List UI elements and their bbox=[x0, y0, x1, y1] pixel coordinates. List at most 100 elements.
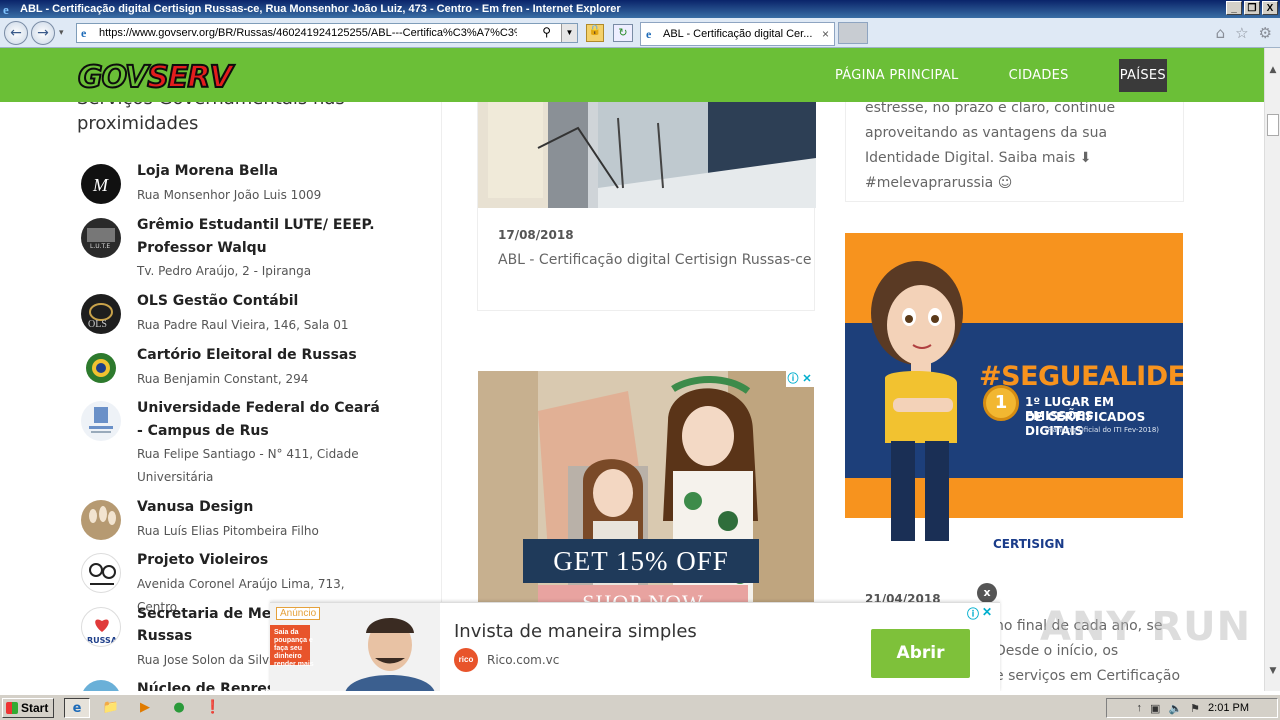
search-icon[interactable]: ⚲ bbox=[542, 25, 551, 39]
item-name[interactable]: OLS Gestão Contábil bbox=[137, 290, 387, 313]
flag-icon[interactable]: ⚑ bbox=[1190, 702, 1200, 715]
internet-explorer-taskbar-icon[interactable]: e bbox=[64, 698, 90, 718]
close-ad-button[interactable]: x bbox=[977, 583, 997, 603]
media-player-icon[interactable]: ▶ bbox=[132, 698, 158, 718]
ad-choices[interactable]: ⓘ ✕ bbox=[966, 605, 994, 622]
menu-paises[interactable]: PAÍSES bbox=[1118, 58, 1167, 92]
site-header: GOVSERV PÁGINA PRINCIPAL CIDADES PAÍSES bbox=[0, 48, 1264, 102]
item-name[interactable]: Vanusa Design bbox=[137, 496, 387, 519]
avatar bbox=[81, 500, 121, 540]
maximize-button[interactable]: ❐ bbox=[1244, 1, 1260, 15]
ad-domain[interactable]: Rico.com.vc bbox=[487, 653, 559, 667]
scroll-up-icon[interactable]: ▲ bbox=[1265, 62, 1280, 78]
windows-logo-icon bbox=[6, 702, 18, 714]
address-dropdown-icon[interactable]: ▼ bbox=[561, 24, 577, 42]
browser-tab[interactable]: e ABL - Certificação digital Cer... × bbox=[640, 22, 835, 46]
item-name[interactable]: Loja Morena Bella bbox=[137, 160, 387, 183]
item-name[interactable]: Projeto Violeiros bbox=[137, 549, 387, 572]
home-icon[interactable]: ⌂ bbox=[1216, 24, 1226, 42]
network-icon[interactable]: ▣ bbox=[1150, 702, 1160, 715]
svg-text:L.U.T.E: L.U.T.E bbox=[90, 243, 110, 250]
internet-explorer-icon: e bbox=[3, 2, 9, 17]
avatar: L.U.T.E bbox=[81, 218, 121, 258]
close-window-button[interactable]: X bbox=[1262, 1, 1278, 15]
anyrun-watermark: ANY RUN bbox=[1040, 604, 1252, 650]
govserv-logo[interactable]: GOVSERV bbox=[77, 59, 234, 96]
site-favicon-icon: e bbox=[81, 26, 87, 40]
menu-cidades[interactable]: CIDADES bbox=[1009, 59, 1069, 92]
avatar bbox=[81, 401, 121, 441]
minimize-button[interactable]: _ bbox=[1226, 1, 1242, 15]
main-menu: PÁGINA PRINCIPAL CIDADES PAÍSES bbox=[835, 48, 1167, 102]
avatar bbox=[81, 553, 121, 593]
post-description: estresse, no prazo e claro, continue apr… bbox=[865, 100, 1116, 191]
menu-pagina-principal[interactable]: PÁGINA PRINCIPAL bbox=[835, 59, 959, 92]
new-tab-button[interactable] bbox=[838, 22, 868, 44]
avatar: OLS bbox=[81, 294, 121, 334]
clock[interactable]: 2:01 PM bbox=[1208, 702, 1249, 714]
back-button[interactable]: ← bbox=[4, 21, 28, 45]
kids-clothing-ad[interactable]: ⓘ ✕ GET 15% OFF SHOP NOW bbox=[478, 371, 814, 611]
item-address: Tv. Pedro Araújo, 2 - Ipiranga bbox=[137, 264, 312, 278]
ad-headline[interactable]: Invista de maneira simples bbox=[454, 621, 697, 642]
history-dropdown-icon[interactable]: ▾ bbox=[59, 28, 64, 38]
tab-favicon-icon: e bbox=[646, 27, 652, 41]
post-title[interactable]: ABL - Certificação digital Certisign Rus… bbox=[498, 252, 812, 268]
tab-close-button[interactable]: × bbox=[822, 27, 829, 41]
chrome-icon[interactable]: ● bbox=[166, 698, 192, 718]
item-address: Rua Felipe Santiago - N° 411, Cidade Uni… bbox=[137, 447, 359, 484]
certisign-ad[interactable]: #SEGUEALIDER 1 1º LUGAR EM EMISSÕES DE C… bbox=[845, 233, 1183, 569]
quick-launch: e 📁 ▶ ● ❗ bbox=[64, 698, 226, 718]
lock-icon[interactable]: 🔒 bbox=[586, 24, 604, 42]
item-name[interactable]: Grêmio Estudantil LUTE/ EEEP. Professor … bbox=[137, 214, 387, 260]
item-address: Rua Luís Elias Pitombeira Filho bbox=[137, 524, 319, 538]
logo-serv: SERV bbox=[146, 59, 233, 96]
ad-close-icon[interactable]: ✕ bbox=[980, 605, 994, 622]
medal-icon: 1 bbox=[983, 385, 1019, 421]
rico-logo: rico bbox=[454, 648, 478, 672]
page-scrollbar[interactable]: ▲ ▼ bbox=[1264, 48, 1280, 691]
item-name[interactable]: Universidade Federal do Ceará - Campus d… bbox=[137, 397, 387, 443]
excerpt-line: e serviços em Certificação bbox=[995, 668, 1181, 684]
folder-icon[interactable]: 📁 bbox=[98, 698, 124, 718]
svg-text:M: M bbox=[92, 175, 109, 195]
ad-choices[interactable]: ⓘ ✕ bbox=[786, 371, 814, 387]
window-titlebar: e ABL - Certificação digital Certisign R… bbox=[0, 0, 1280, 18]
security-shield-icon[interactable]: ❗ bbox=[200, 698, 226, 718]
bottom-banner-ad[interactable]: Saia da poupança e faça seu dinheiro ren… bbox=[270, 602, 1000, 691]
certisign-logo: CERTISIGN bbox=[993, 537, 1065, 551]
ad-badge: Anúncio bbox=[276, 607, 321, 620]
item-address: Rua Padre Raul Vieira, 146, Sala 01 bbox=[137, 318, 349, 332]
svg-text:RUSSAS: RUSSAS bbox=[87, 636, 121, 645]
refresh-button[interactable]: ↻ bbox=[613, 24, 633, 42]
ad-offer-text[interactable]: GET 15% OFF bbox=[523, 539, 759, 583]
browser-toolbar-icons: ⌂ ☆ ⚙ bbox=[1216, 24, 1272, 42]
avatar: M bbox=[81, 164, 121, 204]
scroll-down-icon[interactable]: ▼ bbox=[1265, 663, 1280, 679]
avatar bbox=[81, 680, 121, 691]
ad-open-button[interactable]: Abrir bbox=[871, 629, 970, 678]
ad-close-icon[interactable]: ✕ bbox=[800, 371, 814, 387]
tab-title: ABL - Certificação digital Cer... bbox=[663, 28, 813, 40]
settings-gear-icon[interactable]: ⚙ bbox=[1259, 24, 1272, 42]
logo-gov: GOV bbox=[77, 59, 149, 96]
volume-icon[interactable]: 🔈 bbox=[1168, 702, 1182, 715]
ad-info-icon[interactable]: ⓘ bbox=[786, 371, 800, 387]
tray-expand-icon[interactable]: ↑ bbox=[1137, 702, 1143, 714]
ad-line-3: (Ranking Oficial do ITI Fev-2018) bbox=[1045, 426, 1159, 434]
scroll-thumb[interactable] bbox=[1267, 114, 1279, 136]
forward-button[interactable]: → bbox=[31, 21, 55, 45]
start-button[interactable]: Start bbox=[2, 698, 54, 718]
favorites-star-icon[interactable]: ☆ bbox=[1235, 24, 1248, 42]
ad-photo-text: Saia da poupança e faça seu dinheiro ren… bbox=[274, 629, 314, 668]
avatar: RUSSAS bbox=[81, 607, 121, 647]
item-name[interactable]: Cartório Eleitoral de Russas bbox=[137, 344, 387, 367]
item-address: Rua Benjamin Constant, 294 bbox=[137, 372, 309, 386]
url-text[interactable]: https://www.govserv.org/BR/Russas/460241… bbox=[77, 27, 517, 39]
window-controls: _ ❐ X bbox=[1226, 1, 1278, 15]
address-bar[interactable]: e https://www.govserv.org/BR/Russas/4602… bbox=[76, 23, 578, 43]
svg-text:OLS: OLS bbox=[88, 319, 107, 330]
ad-info-icon[interactable]: ⓘ bbox=[966, 605, 980, 622]
windows-taskbar: Start e 📁 ▶ ● ❗ ↑ ▣ 🔈 ⚑ 2:01 PM bbox=[0, 694, 1280, 720]
item-address: Rua Monsenhor João Luis 1009 bbox=[137, 188, 322, 202]
